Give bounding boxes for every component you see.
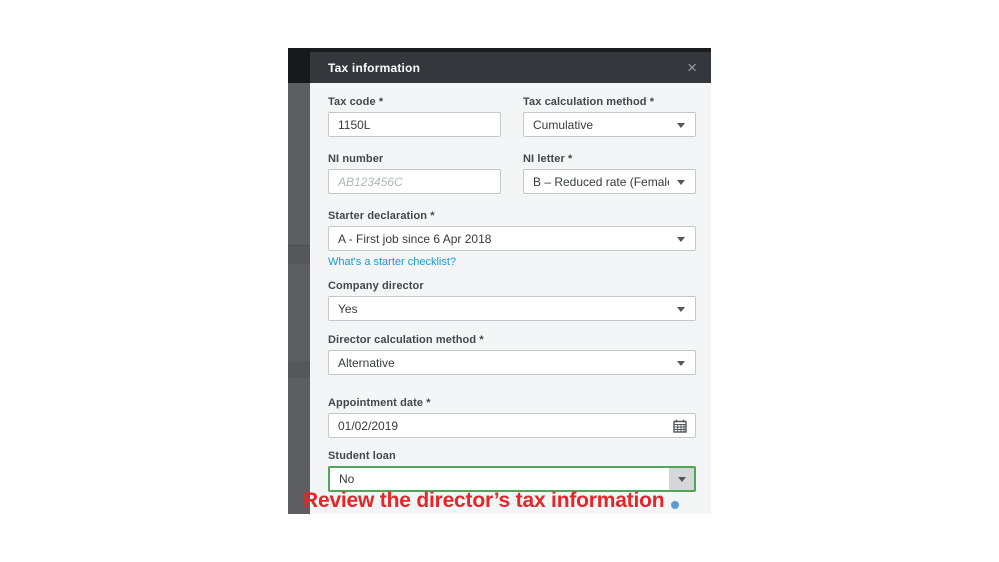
chevron-down-icon	[677, 361, 685, 366]
company-director-value: Yes	[338, 302, 358, 316]
chevron-down-icon	[677, 307, 685, 312]
background-app-strip	[288, 48, 310, 514]
company-director-field-group: Company director Yes	[328, 280, 696, 321]
company-director-select[interactable]: Yes	[328, 296, 696, 321]
company-director-label: Company director	[328, 280, 696, 292]
ni-number-field-group: NI number	[328, 153, 501, 194]
starter-declaration-select[interactable]: A - First job since 6 Apr 2018	[328, 226, 696, 251]
tax-calc-method-value: Cumulative	[533, 118, 593, 132]
chevron-down-icon	[677, 123, 685, 128]
appointment-date-input-wrap	[328, 413, 696, 438]
annotation-overlay: Review the director’s tax information	[303, 489, 679, 513]
appointment-date-label: Appointment date *	[328, 397, 696, 409]
ni-letter-field-group: NI letter * B – Reduced rate (Females on…	[523, 153, 696, 194]
student-loan-label: Student loan	[328, 450, 696, 462]
close-icon[interactable]: ×	[687, 59, 697, 76]
starter-checklist-link[interactable]: What's a starter checklist?	[328, 256, 456, 268]
modal-title: Tax information	[328, 61, 420, 75]
ni-letter-label: NI letter *	[523, 153, 696, 165]
calendar-icon[interactable]	[673, 419, 687, 433]
tax-code-label: Tax code *	[328, 96, 501, 108]
director-calc-method-value: Alternative	[338, 356, 395, 370]
ni-letter-value: B – Reduced rate (Females on...	[533, 175, 669, 189]
starter-declaration-value: A - First job since 6 Apr 2018	[338, 232, 491, 246]
annotation-text: Review the director’s tax information	[303, 489, 664, 513]
chevron-down-icon	[677, 180, 685, 185]
chevron-down-icon	[678, 477, 686, 482]
starter-declaration-label: Starter declaration *	[328, 210, 696, 222]
starter-declaration-field-group: Starter declaration * A - First job sinc…	[328, 210, 696, 251]
tax-calc-method-field-group: Tax calculation method * Cumulative	[523, 96, 696, 137]
ni-number-input[interactable]	[329, 170, 500, 193]
director-calc-method-label: Director calculation method *	[328, 334, 696, 346]
annotation-dot	[671, 501, 679, 509]
ni-number-input-wrap	[328, 169, 501, 194]
director-calc-method-field-group: Director calculation method * Alternativ…	[328, 334, 696, 375]
tax-code-input-wrap	[328, 112, 501, 137]
tax-calc-method-label: Tax calculation method *	[523, 96, 696, 108]
ni-letter-select[interactable]: B – Reduced rate (Females on...	[523, 169, 696, 194]
modal-header: Tax information ×	[310, 48, 711, 83]
background-app-band	[288, 361, 310, 378]
student-loan-value: No	[339, 472, 354, 486]
tax-calc-method-select[interactable]: Cumulative	[523, 112, 696, 137]
tax-code-input[interactable]	[329, 113, 500, 136]
modal-body: Tax code * Tax calculation method * Cumu…	[310, 83, 711, 492]
tax-information-modal: Tax information × Tax code * Tax calcula…	[310, 48, 711, 514]
tax-code-field-group: Tax code *	[328, 96, 501, 137]
director-calc-method-select[interactable]: Alternative	[328, 350, 696, 375]
background-app-header-strip	[288, 48, 310, 83]
appointment-date-field-group: Appointment date *	[328, 397, 696, 438]
student-loan-dropdown-button[interactable]	[669, 468, 694, 490]
chevron-down-icon	[677, 237, 685, 242]
screenshot-canvas: Tax information × Tax code * Tax calcula…	[0, 0, 999, 562]
background-app-band	[288, 245, 310, 264]
ni-number-label: NI number	[328, 153, 501, 165]
appointment-date-input[interactable]	[329, 414, 695, 437]
student-loan-field-group: Student loan No	[328, 450, 696, 492]
